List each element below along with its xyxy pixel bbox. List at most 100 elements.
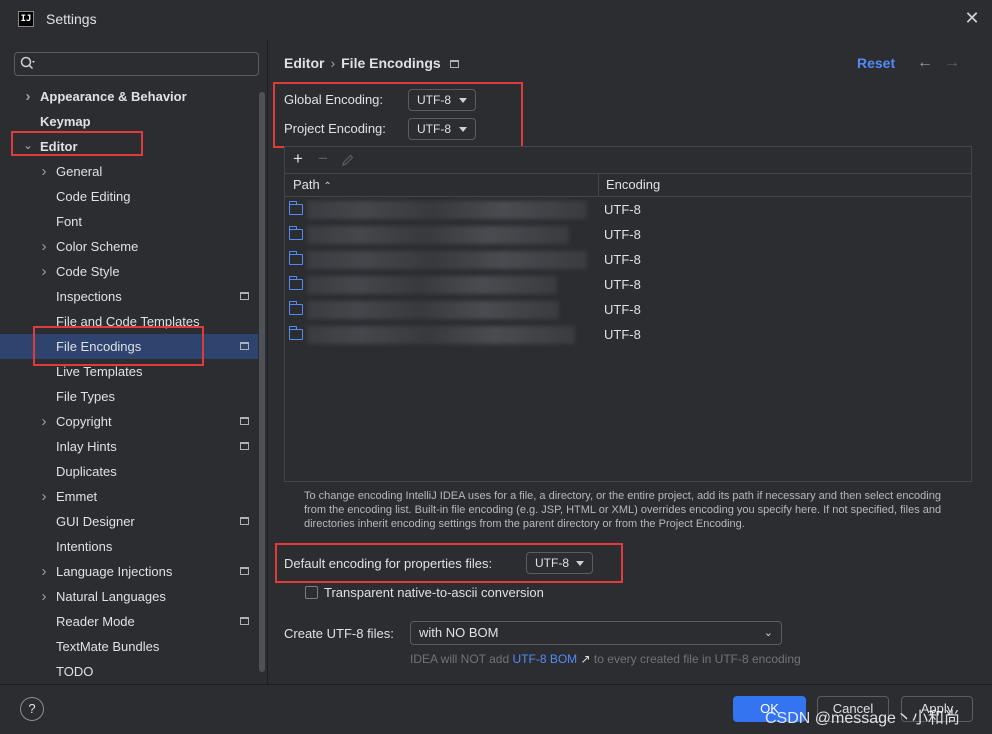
sidebar-item-textmate-bundles[interactable]: TextMate Bundles <box>0 634 258 659</box>
folder-icon <box>288 226 303 240</box>
row-encoding[interactable]: UTF-8 <box>604 247 641 272</box>
chevron-right-icon[interactable]: › <box>38 159 50 184</box>
cancel-button[interactable]: Cancel <box>817 696 889 722</box>
sidebar-item-duplicates[interactable]: Duplicates <box>0 459 258 484</box>
row-encoding[interactable]: UTF-8 <box>604 197 641 222</box>
folder-icon <box>288 201 303 215</box>
sidebar-item-gui-designer[interactable]: GUI Designer <box>0 509 258 534</box>
sidebar-item-label: General <box>56 164 103 179</box>
chevron-right-icon[interactable]: › <box>38 409 50 434</box>
project-scope-icon <box>240 442 249 450</box>
sidebar-item-appearance-behavior[interactable]: › Appearance & Behavior <box>0 84 258 109</box>
breadcrumb-editor[interactable]: Editor <box>284 55 324 71</box>
chevron-right-icon[interactable]: › <box>38 559 50 584</box>
properties-encoding-select[interactable]: UTF-8 <box>526 552 593 574</box>
back-arrow-icon[interactable]: ← <box>917 54 933 72</box>
project-scope-icon <box>240 292 249 300</box>
sidebar-item-label: Font <box>56 214 83 229</box>
chevron-down-icon[interactable]: ⌄ <box>22 134 34 159</box>
transparent-ascii-checkbox[interactable] <box>305 586 318 599</box>
project-encoding-label: Project Encoding: <box>284 121 386 136</box>
chevron-right-icon[interactable]: › <box>38 484 50 509</box>
chevron-right-icon[interactable]: › <box>38 584 50 609</box>
row-encoding[interactable]: UTF-8 <box>604 222 641 247</box>
remove-icon[interactable]: − <box>314 149 332 169</box>
row-encoding[interactable]: UTF-8 <box>604 272 641 297</box>
sidebar-item-code-editing[interactable]: Code Editing <box>0 184 258 209</box>
global-encoding-select[interactable]: UTF-8 <box>408 89 476 111</box>
row-encoding[interactable]: UTF-8 <box>604 297 641 322</box>
sidebar-item-label: Intentions <box>56 539 113 554</box>
sidebar-item-keymap[interactable]: Keymap <box>0 109 258 134</box>
sidebar-item-label: Code Editing <box>56 189 131 204</box>
chevron-right-icon[interactable]: › <box>38 234 50 259</box>
sidebar-item-label: Inlay Hints <box>56 439 117 454</box>
project-scope-icon <box>450 60 459 68</box>
column-header-path[interactable]: Path ⌃ <box>293 174 332 196</box>
sidebar-item-intentions[interactable]: Intentions <box>0 534 258 559</box>
sidebar-item-font[interactable]: Font <box>0 209 258 234</box>
sidebar-item-general[interactable]: › General <box>0 159 258 184</box>
sidebar-item-language-injections[interactable]: › Language Injections <box>0 559 258 584</box>
sidebar-item-color-scheme[interactable]: › Color Scheme <box>0 234 258 259</box>
search-input[interactable] <box>41 55 253 73</box>
dropdown-caret-icon <box>459 98 467 103</box>
chevron-right-icon[interactable]: › <box>38 259 50 284</box>
dropdown-caret-icon <box>576 561 584 566</box>
sidebar-item-todo[interactable]: TODO <box>0 659 258 684</box>
add-icon[interactable]: + <box>289 149 307 169</box>
project-encoding-select[interactable]: UTF-8 <box>408 118 476 140</box>
settings-search[interactable] <box>14 52 259 76</box>
reset-link[interactable]: Reset <box>857 55 895 71</box>
settings-content: Editor › File Encodings Reset ← → Global E… <box>269 40 992 684</box>
sidebar-item-file-types[interactable]: File Types <box>0 384 258 409</box>
table-row[interactable]: UTF-8 <box>285 297 971 322</box>
sidebar-scrollbar[interactable] <box>259 92 265 672</box>
sidebar-item-label: Inspections <box>56 289 122 304</box>
apply-button[interactable]: Apply <box>901 696 973 722</box>
close-icon[interactable]: ✕ <box>962 8 982 28</box>
project-scope-icon <box>240 417 249 425</box>
sidebar-item-label: Code Style <box>56 264 120 279</box>
sidebar-item-natural-languages[interactable]: › Natural Languages <box>0 584 258 609</box>
redacted-path <box>307 201 587 219</box>
bom-label: Create UTF-8 files: <box>284 626 394 641</box>
sidebar-item-label: File Types <box>56 389 116 404</box>
table-row[interactable]: UTF-8 <box>285 197 971 222</box>
sidebar-item-emmet[interactable]: › Emmet <box>0 484 258 509</box>
forward-arrow-icon[interactable]: → <box>944 54 960 72</box>
sidebar-item-file-and-code-templates[interactable]: File and Code Templates <box>0 309 258 334</box>
bom-select[interactable]: with NO BOM ⌄ <box>410 621 782 645</box>
table-row[interactable]: UTF-8 <box>285 247 971 272</box>
redacted-path <box>307 251 587 269</box>
folder-icon <box>288 301 303 315</box>
edit-pencil-icon[interactable] <box>341 153 355 167</box>
table-row[interactable]: UTF-8 <box>285 222 971 247</box>
sidebar-item-copyright[interactable]: › Copyright <box>0 409 258 434</box>
sidebar-item-reader-mode[interactable]: Reader Mode <box>0 609 258 634</box>
redacted-path <box>307 226 569 244</box>
ok-button[interactable]: OK <box>733 696 806 722</box>
sidebar-item-live-templates[interactable]: Live Templates <box>0 359 258 384</box>
bom-hint-prefix: IDEA will NOT add <box>410 652 510 666</box>
sidebar-item-editor[interactable]: ⌄ Editor <box>0 134 258 159</box>
transparent-ascii-label[interactable]: Transparent native-to-ascii conversion <box>324 585 544 600</box>
column-header-encoding[interactable]: Encoding <box>606 174 660 196</box>
breadcrumb-separator: › <box>330 55 336 71</box>
sidebar-item-inlay-hints[interactable]: Inlay Hints <box>0 434 258 459</box>
table-row[interactable]: UTF-8 <box>285 322 971 347</box>
project-scope-icon <box>240 617 249 625</box>
row-encoding[interactable]: UTF-8 <box>604 322 641 347</box>
sidebar-item-label: File Encodings <box>56 339 142 354</box>
sidebar-item-inspections[interactable]: Inspections <box>0 284 258 309</box>
folder-icon <box>288 326 303 340</box>
column-divider[interactable] <box>598 174 599 196</box>
help-button[interactable]: ? <box>20 697 44 721</box>
sidebar-item-label: File and Code Templates <box>56 314 200 329</box>
table-row[interactable]: UTF-8 <box>285 272 971 297</box>
redacted-path <box>307 326 575 344</box>
sidebar-item-file-encodings[interactable]: File Encodings <box>0 334 258 359</box>
chevron-right-icon[interactable]: › <box>22 84 34 109</box>
sidebar-item-code-style[interactable]: › Code Style <box>0 259 258 284</box>
utf8-bom-link[interactable]: UTF-8 BOM ↗ <box>513 652 591 666</box>
